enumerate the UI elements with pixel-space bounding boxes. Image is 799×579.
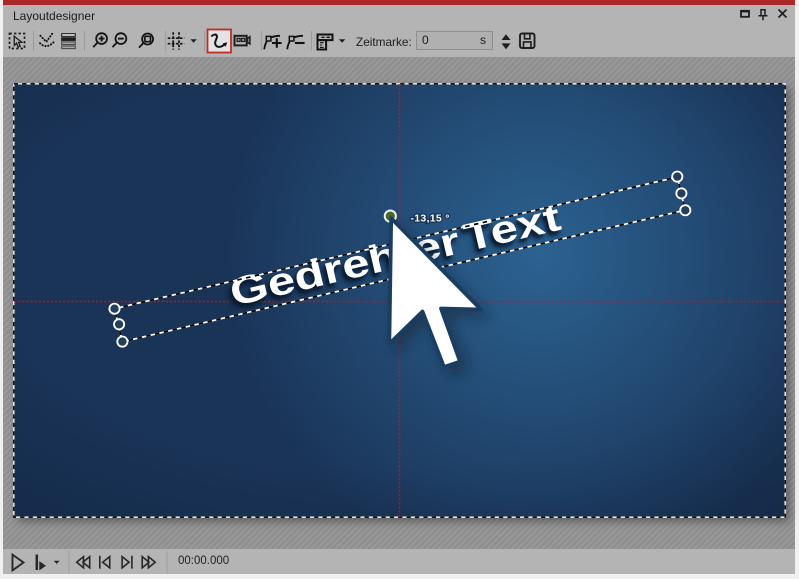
svg-text:-13,15 °: -13,15 ° <box>411 213 450 225</box>
